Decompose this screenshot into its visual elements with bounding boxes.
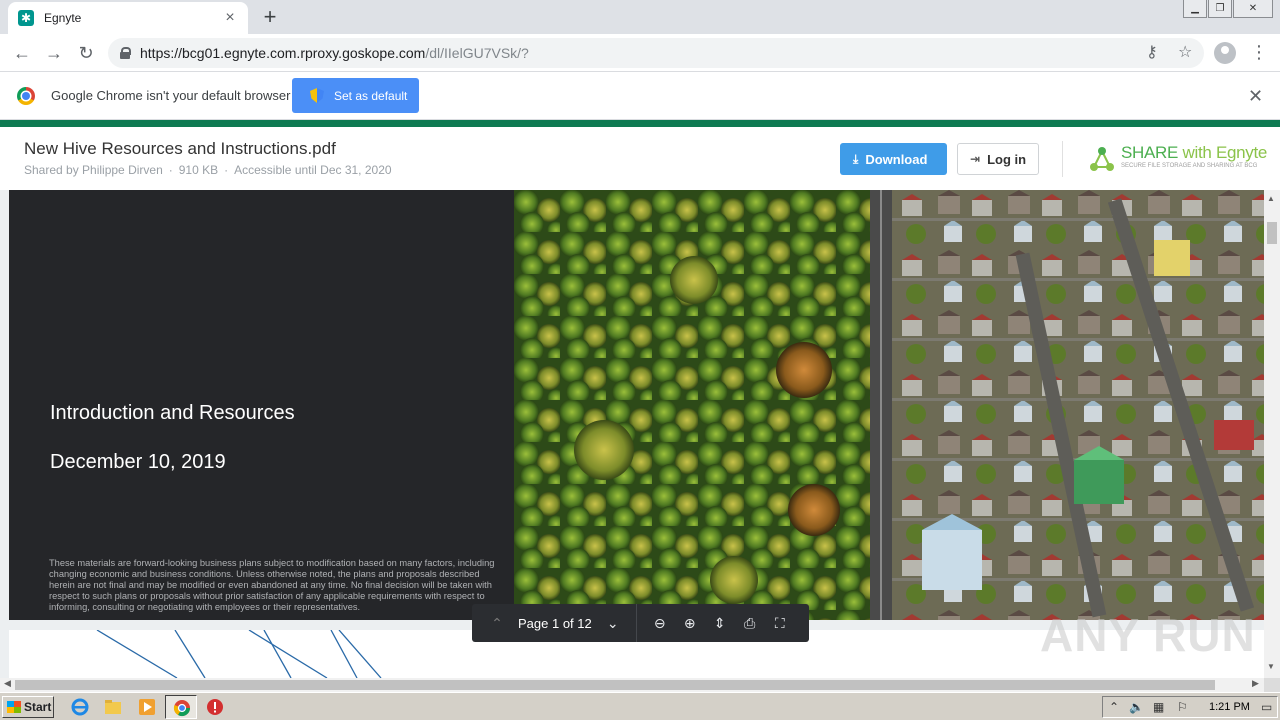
internet-explorer-icon[interactable] — [70, 697, 90, 717]
download-button[interactable]: ⤓ Download — [840, 143, 947, 175]
login-button[interactable]: ⇥ Log in — [957, 143, 1039, 175]
brand-name: SHARE with Egnyte — [1121, 143, 1267, 163]
windows-flag-icon — [7, 701, 21, 713]
slide-title-panel: Introduction and Resources December 10, … — [9, 190, 514, 620]
url-path: /dl/IIelGU7VSk/? — [425, 45, 529, 61]
fullscreen-icon[interactable]: ⛶ — [765, 604, 795, 642]
download-icon: ⤓ — [853, 151, 859, 166]
windows-taskbar: Start ⌃ 🔈 ▦ ⚐ 1:21 PM ▭ — [0, 692, 1280, 720]
system-tray: ⌃ 🔈 ▦ ⚐ 1:21 PM ▭ — [1102, 696, 1278, 718]
default-browser-infobar: Google Chrome isn't your default browser… — [0, 72, 1280, 120]
zoom-in-icon[interactable]: ⊕ — [675, 604, 705, 642]
accent-bar — [0, 120, 1280, 127]
profile-avatar-icon[interactable] — [1214, 42, 1236, 64]
tab-title: Egnyte — [44, 11, 82, 25]
show-desktop-icon[interactable]: ▭ — [1261, 700, 1272, 714]
tab-strip: ✱ Egnyte × + ▁ ❐ ✕ — [0, 0, 1280, 34]
horizontal-scrollbar[interactable]: ◀ ▶ — [0, 678, 1264, 692]
scroll-up-arrow-icon[interactable]: ▲ — [1267, 194, 1275, 203]
brand-tagline: SECURE FILE STORAGE AND SHARING AT BCG — [1121, 163, 1258, 169]
previous-page-icon[interactable]: ⌃ — [482, 604, 512, 642]
media-player-icon[interactable] — [137, 697, 157, 717]
fit-page-icon[interactable]: ⇕ — [705, 604, 735, 642]
anyrun-watermark: ANY RUN — [1040, 609, 1256, 661]
pdf-viewer[interactable]: Introduction and Resources December 10, … — [0, 190, 1280, 678]
set-as-default-button[interactable]: Set as default — [292, 78, 419, 113]
slide-disclaimer: These materials are forward-looking busi… — [49, 558, 495, 612]
next-page-icon[interactable]: ⌄ — [598, 604, 628, 642]
document-title: New Hive Resources and Instructions.pdf — [24, 139, 336, 158]
share-with-egnyte-logo-icon[interactable] — [1088, 145, 1116, 173]
volume-icon[interactable]: 🔈 — [1129, 700, 1144, 714]
url-host: https://bcg01.egnyte.com.rproxy.goskope.… — [140, 45, 426, 61]
scrollbar-corner — [1264, 678, 1280, 692]
back-arrow-icon[interactable]: ← — [10, 41, 34, 65]
shared-by: Shared by Philippe Dirven — [24, 163, 163, 177]
chrome-logo-icon — [17, 87, 35, 105]
chrome-taskbar-icon — [173, 700, 191, 717]
chrome-menu-icon[interactable]: ⋮ — [1250, 40, 1268, 64]
forward-arrow-icon[interactable]: → — [42, 41, 66, 65]
vertical-scrollbar[interactable]: ▲ ▼ — [1264, 190, 1280, 678]
restore-button[interactable]: ❐ — [1208, 0, 1232, 18]
vertical-scroll-thumb[interactable] — [1267, 222, 1277, 244]
download-label: Download — [865, 151, 928, 167]
window-close-button[interactable]: ✕ — [1233, 0, 1273, 18]
scroll-down-arrow-icon[interactable]: ▼ — [1267, 662, 1275, 671]
new-tab-button[interactable]: + — [258, 6, 282, 28]
start-label: Start — [24, 700, 52, 714]
slide-title: Introduction and Resources — [50, 402, 295, 424]
zoom-out-icon[interactable]: ⊖ — [645, 604, 675, 642]
horizontal-scroll-thumb[interactable] — [15, 680, 1215, 690]
reload-icon[interactable]: ↻ — [74, 41, 98, 65]
set-as-default-label: Set as default — [334, 88, 408, 103]
egnyte-header: New Hive Resources and Instructions.pdf … — [0, 127, 1280, 190]
key-icon[interactable]: ⚷ — [1146, 42, 1158, 62]
file-explorer-icon[interactable] — [103, 697, 123, 717]
uac-shield-icon — [310, 88, 324, 103]
tab-close-icon[interactable]: × — [222, 9, 238, 27]
infobar-message: Google Chrome isn't your default browser — [51, 88, 291, 103]
pagebar-divider — [635, 604, 637, 642]
slide-date: December 10, 2019 — [50, 451, 226, 473]
page-navigation-bar: ⌃ Page 1 of 12 ⌄ ⊖ ⊕ ⇕ ⎙ ⛶ — [472, 604, 809, 642]
page-indicator[interactable]: Page 1 of 12 — [512, 616, 598, 631]
egnyte-favicon-icon: ✱ — [18, 10, 34, 26]
login-label: Log in — [987, 151, 1027, 167]
infobar-close-icon[interactable]: ✕ — [1248, 86, 1263, 107]
network-icon[interactable]: ▦ — [1153, 700, 1164, 714]
start-button[interactable]: Start — [2, 696, 54, 718]
brand-with: with Egnyte — [1178, 143, 1268, 162]
header-divider — [1062, 141, 1063, 177]
taskbar-clock[interactable]: 1:21 PM — [1209, 701, 1250, 713]
minimize-button[interactable]: ▁ — [1183, 0, 1207, 18]
lock-icon[interactable] — [120, 47, 131, 59]
browser-tab-egnyte[interactable]: ✱ Egnyte × — [8, 2, 248, 34]
login-icon: ⇥ — [970, 152, 981, 166]
brand-share: SHARE — [1121, 143, 1179, 162]
document-meta: Shared by Philippe Dirven · 910 KB · Accessi… — [24, 163, 392, 177]
browser-toolbar: ← → ↻ https://bcg01.egnyte.com.rproxy.go… — [0, 34, 1280, 72]
accessible-until: Accessible until Dec 31, 2020 — [234, 163, 392, 177]
stop-sign-icon[interactable] — [205, 697, 225, 717]
print-icon[interactable]: ⎙ — [735, 604, 765, 642]
action-center-flag-icon[interactable]: ⚐ — [1177, 700, 1188, 714]
scroll-right-arrow-icon[interactable]: ▶ — [1252, 678, 1259, 689]
tray-expand-icon[interactable]: ⌃ — [1109, 700, 1119, 714]
aerial-forest-town-photo — [514, 190, 1264, 620]
address-bar[interactable]: https://bcg01.egnyte.com.rproxy.goskope.… — [108, 38, 1204, 68]
pdf-page-1: Introduction and Resources December 10, … — [9, 190, 1264, 620]
chrome-taskbar-button[interactable] — [165, 695, 197, 719]
scroll-left-arrow-icon[interactable]: ◀ — [4, 678, 11, 689]
file-size: 910 KB — [178, 163, 219, 177]
bookmark-star-icon[interactable]: ☆ — [1178, 42, 1192, 62]
